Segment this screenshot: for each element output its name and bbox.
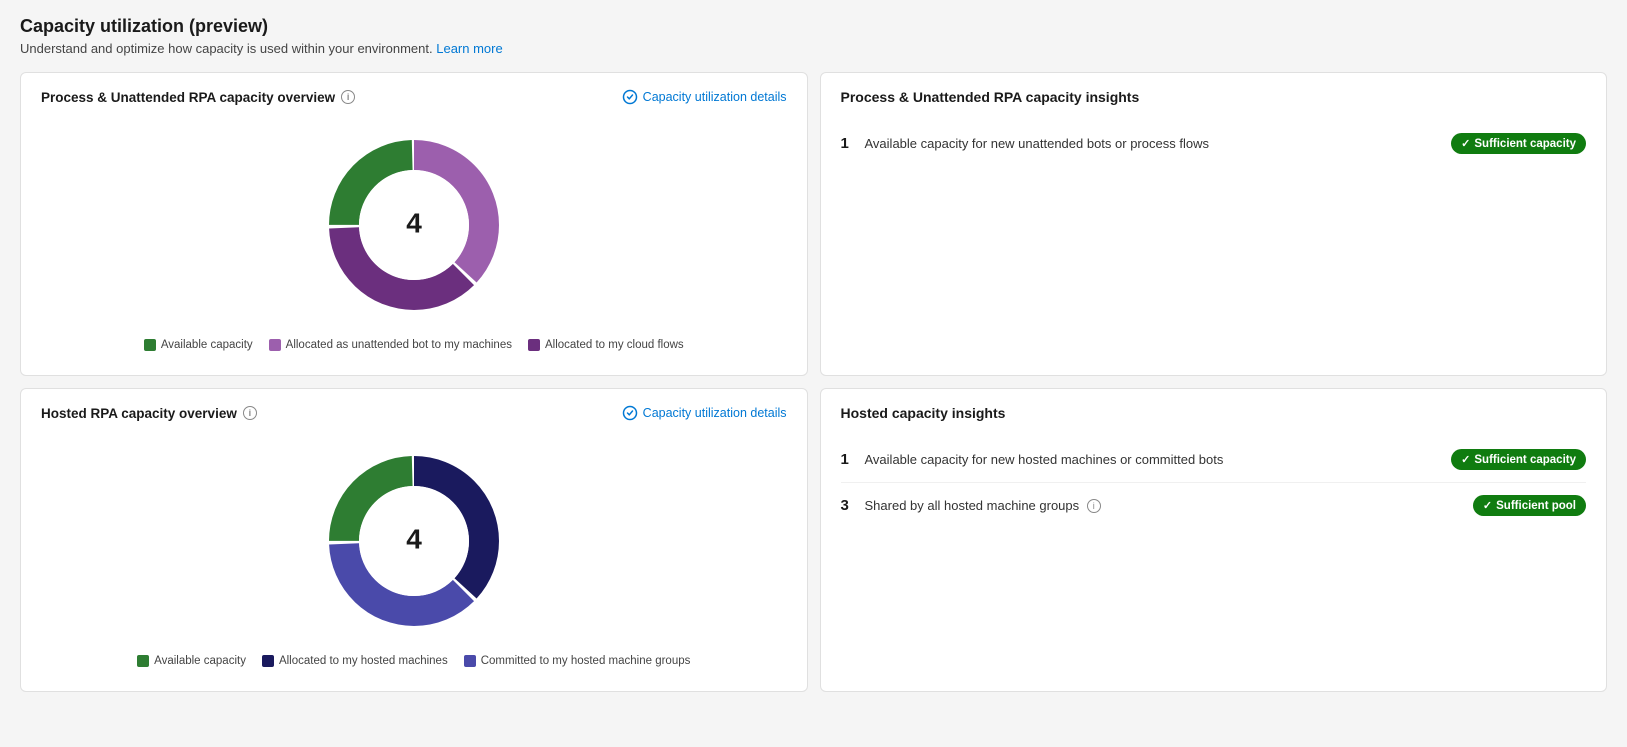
badge-check-icon-bottom-1: ✓ bbox=[1461, 453, 1470, 466]
insight-number-1: 1 bbox=[841, 135, 857, 152]
sufficient-capacity-badge-top: ✓ Sufficient capacity bbox=[1451, 133, 1586, 154]
card-header-bottom-left: Hosted RPA capacity overview i Capacity … bbox=[41, 405, 787, 421]
hosted-capacity-insights-list: 1 Available capacity for new hosted mach… bbox=[841, 429, 1587, 536]
process-rpa-overview-title: Process & Unattended RPA capacity overvi… bbox=[41, 90, 335, 105]
hosted-rpa-chart-area: 4 Available capacity Allocated to my hos… bbox=[41, 433, 787, 675]
legend-color-green bbox=[144, 339, 156, 351]
page-title: Capacity utilization (preview) bbox=[20, 16, 1607, 37]
card-title-group: Process & Unattended RPA capacity overvi… bbox=[41, 90, 355, 105]
hosted-capacity-insights-card: Hosted capacity insights 1 Available cap… bbox=[820, 388, 1608, 692]
hosted-insight-text-1: Available capacity for new hosted machin… bbox=[865, 452, 1224, 467]
top-row: Process & Unattended RPA capacity overvi… bbox=[20, 72, 1607, 376]
process-rpa-overview-card: Process & Unattended RPA capacity overvi… bbox=[20, 72, 808, 376]
shared-info-icon[interactable]: i bbox=[1087, 499, 1101, 513]
hosted-insight-row-1: 1 Available capacity for new hosted mach… bbox=[841, 437, 1587, 483]
legend-color-medium-blue bbox=[464, 655, 476, 667]
insight-text-1: Available capacity for new unattended bo… bbox=[865, 136, 1209, 151]
hosted-rpa-overview-card: Hosted RPA capacity overview i Capacity … bbox=[20, 388, 808, 692]
legend-color-dark-navy bbox=[262, 655, 274, 667]
hosted-insight-row-2: 3 Shared by all hosted machine groups i … bbox=[841, 483, 1587, 528]
page-subtitle: Understand and optimize how capacity is … bbox=[20, 41, 1607, 56]
process-rpa-insights-card: Process & Unattended RPA capacity insigh… bbox=[820, 72, 1608, 376]
learn-more-link[interactable]: Learn more bbox=[436, 41, 502, 56]
legend-color-light-purple bbox=[269, 339, 281, 351]
process-rpa-legend: Available capacity Allocated as unattend… bbox=[144, 339, 684, 351]
hosted-insight-left-1: 1 Available capacity for new hosted mach… bbox=[841, 451, 1452, 468]
info-icon[interactable]: i bbox=[341, 90, 355, 104]
legend-color-dark-purple bbox=[528, 339, 540, 351]
details-link-icon-bottom bbox=[622, 405, 638, 421]
badge-check-icon: ✓ bbox=[1461, 137, 1470, 150]
donut-center-text-top: 4 bbox=[406, 207, 422, 238]
card-title-group-bottom: Hosted RPA capacity overview i bbox=[41, 406, 257, 421]
info-icon-bottom[interactable]: i bbox=[243, 406, 257, 420]
page-header: Capacity utilization (preview) Understan… bbox=[20, 16, 1607, 56]
hosted-rpa-overview-title: Hosted RPA capacity overview bbox=[41, 406, 237, 421]
hosted-insight-text-2: Shared by all hosted machine groups i bbox=[865, 498, 1101, 514]
card-header-top-left: Process & Unattended RPA capacity overvi… bbox=[41, 89, 787, 105]
process-rpa-insights-title: Process & Unattended RPA capacity insigh… bbox=[841, 89, 1587, 105]
legend-item-available-hosted: Available capacity bbox=[137, 655, 246, 667]
legend-item-committed-groups: Committed to my hosted machine groups bbox=[464, 655, 691, 667]
capacity-details-link-bottom[interactable]: Capacity utilization details bbox=[622, 405, 787, 421]
hosted-insight-number-1: 1 bbox=[841, 451, 857, 468]
insight-row-1: 1 Available capacity for new unattended … bbox=[841, 121, 1587, 166]
process-rpa-insights-list: 1 Available capacity for new unattended … bbox=[841, 113, 1587, 174]
legend-item-unattended: Allocated as unattended bot to my machin… bbox=[269, 339, 512, 351]
sufficient-pool-badge: ✓ Sufficient pool bbox=[1473, 495, 1586, 516]
process-rpa-donut-chart: 4 bbox=[314, 125, 514, 325]
bottom-row: Hosted RPA capacity overview i Capacity … bbox=[20, 388, 1607, 692]
donut-center-text-bottom: 4 bbox=[406, 523, 422, 554]
legend-item-cloud: Allocated to my cloud flows bbox=[528, 339, 684, 351]
sufficient-capacity-badge-bottom: ✓ Sufficient capacity bbox=[1451, 449, 1586, 470]
hosted-insight-number-2: 3 bbox=[841, 497, 857, 514]
insight-left-1: 1 Available capacity for new unattended … bbox=[841, 135, 1452, 152]
capacity-details-link-top[interactable]: Capacity utilization details bbox=[622, 89, 787, 105]
details-link-icon bbox=[622, 89, 638, 105]
hosted-insight-left-2: 3 Shared by all hosted machine groups i bbox=[841, 497, 1473, 514]
legend-item-available: Available capacity bbox=[144, 339, 253, 351]
legend-color-green-hosted bbox=[137, 655, 149, 667]
legend-item-hosted-machines: Allocated to my hosted machines bbox=[262, 655, 448, 667]
badge-check-icon-bottom-2: ✓ bbox=[1483, 499, 1492, 512]
hosted-rpa-donut-chart: 4 bbox=[314, 441, 514, 641]
hosted-rpa-legend: Available capacity Allocated to my hoste… bbox=[137, 655, 690, 667]
process-rpa-chart-area: 4 Available capacity Allocated as unatte… bbox=[41, 117, 787, 359]
hosted-capacity-insights-title: Hosted capacity insights bbox=[841, 405, 1587, 421]
